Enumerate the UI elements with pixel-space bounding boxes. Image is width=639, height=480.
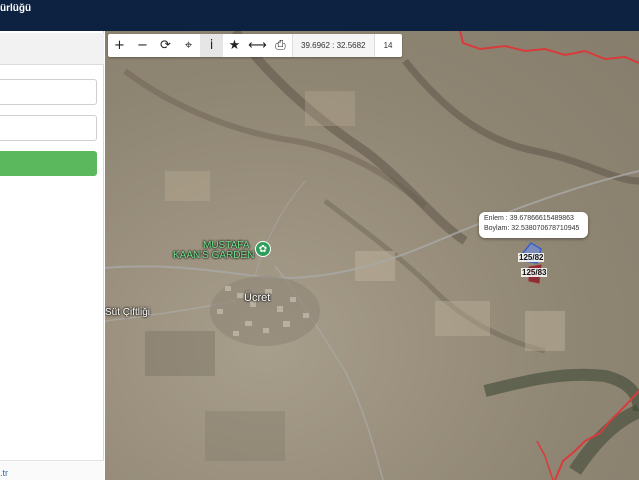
farm-label: Süt Çiftliği xyxy=(105,307,151,318)
zoom-in-icon[interactable]: + xyxy=(108,34,131,57)
popup-longitude-value: 32.538070678710945 xyxy=(511,225,580,232)
popup-latitude-row: Enlem : 39.67866615489863 xyxy=(484,214,583,224)
sidebar-input-first[interactable] xyxy=(0,79,97,105)
parcel-label[interactable]: 125/82 xyxy=(518,253,545,262)
sidebar-footer: .tr xyxy=(0,460,104,480)
sidebar-panel: .tr xyxy=(0,31,104,480)
sidebar-input-second[interactable] xyxy=(0,115,97,141)
map-view[interactable]: + − ⟳ ⌖ i ★ ⟷ ⎙ 39.6962 : 32.5682 14 MUS… xyxy=(105,31,639,480)
popup-longitude-row: Boylam: 32.538070678710945 xyxy=(484,224,583,234)
parcel-label[interactable]: 125/83 xyxy=(521,268,548,277)
sidebar-tab-strip[interactable] xyxy=(0,33,104,65)
popup-longitude-label: Boylam: xyxy=(484,225,510,232)
locate-icon[interactable]: ⌖ xyxy=(177,34,200,57)
info-icon[interactable]: i xyxy=(200,34,223,57)
zoom-out-icon[interactable]: − xyxy=(131,34,154,57)
measure-icon[interactable]: ⟷ xyxy=(246,34,269,57)
star-icon[interactable]: ★ xyxy=(223,34,246,57)
garden-label: MUSTAFA KAAN'S GARDEN xyxy=(173,241,254,261)
garden-label-line2: KAAN'S GARDEN xyxy=(173,250,255,261)
popup-latitude-label: Enlem : xyxy=(484,215,508,222)
popup-latitude-value: 39.67866615489863 xyxy=(509,215,574,222)
query-button[interactable] xyxy=(0,151,97,176)
app-title: ürlüğü xyxy=(0,3,32,14)
refresh-icon[interactable]: ⟳ xyxy=(154,34,177,57)
footer-link[interactable]: .tr xyxy=(0,468,8,478)
zoom-level-readout: 14 xyxy=(373,34,402,57)
coordinate-popup: Enlem : 39.67866615489863 Boylam: 32.538… xyxy=(479,212,588,238)
town-label: Ücret xyxy=(244,292,271,304)
map-toolbar: + − ⟳ ⌖ i ★ ⟷ ⎙ 39.6962 : 32.5682 14 xyxy=(108,34,402,57)
garden-marker-icon[interactable]: ✿ xyxy=(255,241,271,257)
coordinate-readout: 39.6962 : 32.5682 xyxy=(292,34,374,57)
header-bar: ürlüğü xyxy=(0,0,639,31)
print-icon[interactable]: ⎙ xyxy=(269,34,292,57)
